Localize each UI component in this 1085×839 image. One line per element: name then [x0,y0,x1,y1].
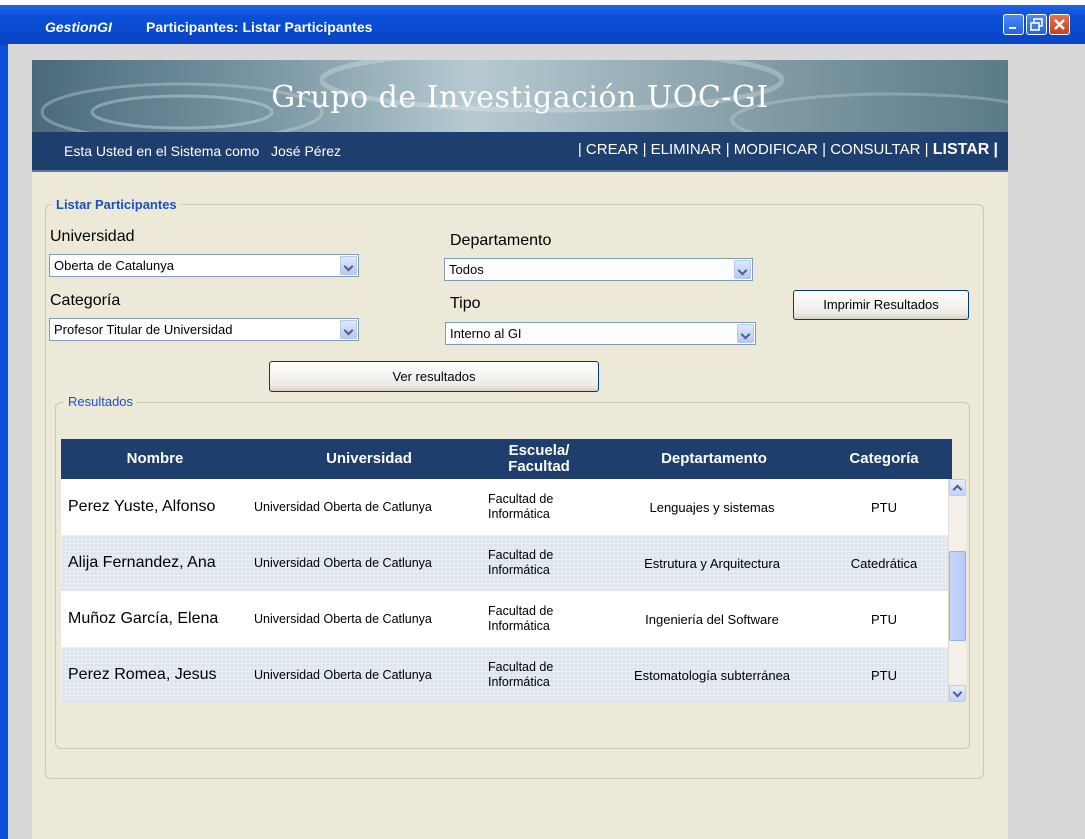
minimize-icon[interactable] [1003,14,1024,35]
results-legend: Resultados [64,394,138,409]
departamento-label: Departamento [450,232,552,249]
departamento-select[interactable]: Todos [444,258,753,281]
close-icon[interactable] [1049,14,1070,35]
table-row[interactable]: Perez Yuste, Alfonso Universidad Oberta … [61,479,948,535]
restore-icon[interactable] [1026,14,1047,35]
tipo-select[interactable]: Interno al GI [445,322,756,345]
view-results-button[interactable]: Ver resultados [269,361,599,392]
col-nombre[interactable]: Nombre [61,439,249,479]
col-departamento[interactable]: Deptartamento [609,439,819,479]
scroll-down-icon[interactable] [949,685,966,702]
action-menu: | CREAR | ELIMINAR | MODIFICAR | CONSULT… [577,141,998,158]
tipo-label: Tipo [450,295,481,312]
universidad-label: Universidad [50,228,135,245]
user-session-text: Esta Usted en el Sistema como José Pérez [64,143,342,159]
app-name: GestionGI [45,19,112,35]
categoria-select[interactable]: Profesor Titular de Universidad [49,318,359,341]
scrollbar-thumb[interactable] [949,551,966,641]
chevron-down-icon[interactable] [737,324,754,343]
menu-modificar[interactable]: MODIFICAR [734,141,818,158]
table-row[interactable]: Muñoz García, Elena Universidad Oberta d… [61,591,948,647]
universidad-select[interactable]: Oberta de Catalunya [49,254,359,277]
chevron-down-icon[interactable] [340,320,357,339]
title-bar[interactable]: GestionGI Participantes: Listar Particip… [0,5,1085,45]
header-banner: Grupo de Investigación UOC-GI [32,60,1008,132]
categoria-label: Categoría [50,292,121,309]
results-scrollbar[interactable] [948,479,966,702]
window-title: Participantes: Listar Participantes [146,19,373,35]
col-categoria[interactable]: Categoría [819,439,949,479]
app-window: GestionGI Participantes: Listar Particip… [0,5,1085,839]
results-table-header: Nombre Universidad Escuela/ Facultad Dep… [61,439,952,479]
table-row[interactable]: Alija Fernandez, Ana Universidad Oberta … [61,535,948,591]
banner-title: Grupo de Investigación UOC-GI [271,80,769,115]
scroll-up-icon[interactable] [949,479,966,496]
col-universidad[interactable]: Universidad [249,439,489,479]
menu-eliminar[interactable]: ELIMINAR [651,141,722,158]
print-results-button[interactable]: Imprimir Resultados [793,290,969,320]
menu-crear[interactable]: CREAR [586,141,639,158]
menu-consultar[interactable]: CONSULTAR [830,141,920,158]
filter-legend: Listar Participantes [52,197,181,212]
col-facultad[interactable]: Escuela/ Facultad [489,439,589,479]
table-row[interactable]: Perez Romea, Jesus Universidad Oberta de… [61,647,948,703]
top-navbar: Esta Usted en el Sistema como José Pérez… [32,132,1008,172]
chevron-down-icon[interactable] [340,256,357,275]
client-area: Grupo de Investigación UOC-GI Esta Usted… [8,44,1085,839]
menu-listar[interactable]: LISTAR [933,141,990,158]
chevron-down-icon[interactable] [734,260,751,279]
